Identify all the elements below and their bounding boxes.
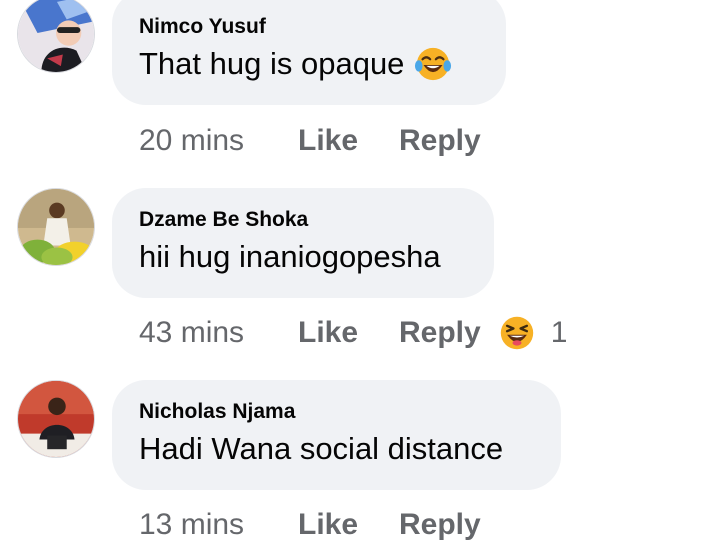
comment-text-body: That hug is opaque <box>139 46 405 81</box>
avatar-image <box>18 0 94 72</box>
comment-author[interactable]: Nimco Yusuf <box>139 14 478 40</box>
comment-text-body: Hadi Wana social distance <box>139 431 504 466</box>
haha-reaction-icon <box>500 316 533 350</box>
avatar-image <box>18 189 94 265</box>
comment-text: Hadi Wana social distance <box>139 429 533 469</box>
comment-bubble[interactable]: Nicholas Njama Hadi Wana social distance <box>112 380 561 490</box>
comment-bubble[interactable]: Nimco Yusuf That hug is opaque <box>112 0 506 105</box>
reply-button[interactable]: Reply <box>399 124 481 158</box>
reply-button[interactable]: Reply <box>399 316 481 350</box>
comment-actions: 43 mins Like Reply 1 <box>139 313 567 353</box>
reaction-summary[interactable]: 1 <box>499 315 568 351</box>
comment-author[interactable]: Nicholas Njama <box>139 399 533 425</box>
comment-timestamp[interactable]: 43 mins <box>139 316 298 350</box>
comment-timestamp[interactable]: 13 mins <box>139 508 298 542</box>
like-button[interactable]: Like <box>298 508 399 542</box>
tears-of-joy-emoji-icon <box>415 47 452 81</box>
comment-text: hii hug inaniogopesha <box>139 237 466 277</box>
comment-bubble[interactable]: Dzame Be Shoka hii hug inaniogopesha <box>112 188 494 298</box>
comment-thread: Nimco Yusuf That hug is opaque 20 mins L… <box>0 0 720 552</box>
avatar[interactable] <box>17 0 95 73</box>
like-button[interactable]: Like <box>298 124 399 158</box>
reply-button[interactable]: Reply <box>399 508 481 542</box>
comment-timestamp[interactable]: 20 mins <box>139 124 298 158</box>
comment-text: That hug is opaque <box>139 44 478 84</box>
like-button[interactable]: Like <box>298 316 399 350</box>
comment-actions: 13 mins Like Reply <box>139 505 481 545</box>
reaction-count: 1 <box>550 316 568 349</box>
comment-actions: 20 mins Like Reply <box>139 121 481 161</box>
avatar-image <box>18 381 94 457</box>
comment-text-body: hii hug inaniogopesha <box>139 239 441 274</box>
comment-author[interactable]: Dzame Be Shoka <box>139 207 466 233</box>
avatar[interactable] <box>17 188 95 266</box>
avatar[interactable] <box>17 380 95 458</box>
